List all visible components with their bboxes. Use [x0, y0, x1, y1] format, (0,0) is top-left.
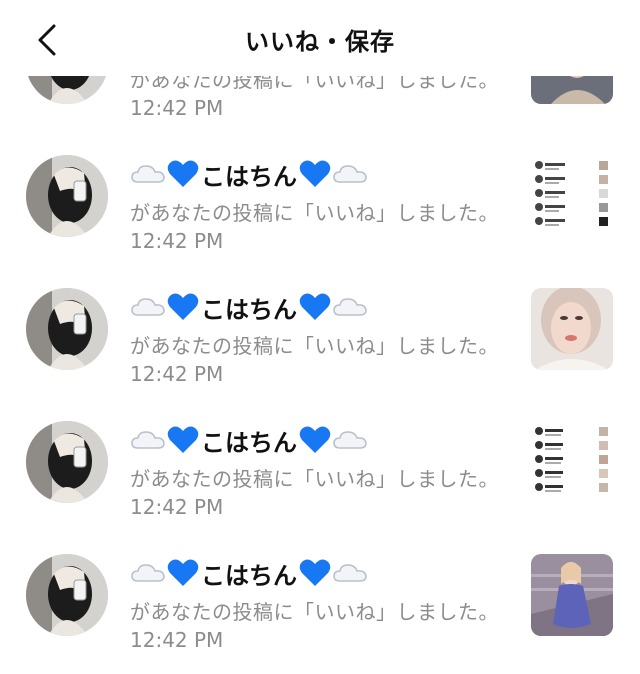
cloud-icon	[131, 564, 165, 582]
notification-list: があなたの投稿に「いいね」しました。 12:42 PM こはちん があなたの投稿…	[0, 0, 640, 673]
notification-time: 12:42 PM	[130, 229, 224, 253]
post-thumbnail[interactable]	[531, 288, 613, 370]
notification-row[interactable]: こはちん があなたの投稿に「いいね」しました。 12:42 PM	[0, 155, 640, 275]
notification-row[interactable]: こはちん があなたの投稿に「いいね」しました。 12:42 PM	[0, 421, 640, 541]
username[interactable]: こはちん	[201, 157, 297, 192]
cloud-icon	[333, 165, 367, 183]
notification-message: があなたの投稿に「いいね」しました。	[130, 201, 499, 225]
notification-time: 12:42 PM	[130, 362, 224, 386]
blue-heart-icon	[167, 426, 199, 453]
notification-name-line: こはちん	[130, 556, 368, 590]
post-thumbnail[interactable]	[531, 155, 613, 237]
page-title: いいね・保存	[245, 28, 395, 56]
blue-heart-icon	[167, 293, 199, 320]
blue-heart-icon	[299, 293, 331, 320]
post-thumbnail[interactable]	[531, 554, 613, 636]
notification-message: があなたの投稿に「いいね」しました。	[130, 600, 499, 624]
username[interactable]: こはちん	[201, 290, 297, 325]
cloud-icon	[131, 165, 165, 183]
notification-row[interactable]: こはちん があなたの投稿に「いいね」しました。 12:42 PM	[0, 554, 640, 674]
notification-name-line: こはちん	[130, 423, 368, 457]
notification-message: があなたの投稿に「いいね」しました。	[130, 334, 499, 358]
blue-heart-icon	[167, 559, 199, 586]
cloud-icon	[333, 431, 367, 449]
blue-heart-icon	[299, 426, 331, 453]
cloud-icon	[131, 298, 165, 316]
notification-time: 12:42 PM	[130, 96, 224, 120]
cloud-icon	[333, 298, 367, 316]
blue-heart-icon	[299, 160, 331, 187]
cloud-icon	[333, 564, 367, 582]
app-header: いいね・保存	[0, 0, 640, 76]
notification-name-line: こはちん	[130, 290, 368, 324]
avatar[interactable]	[26, 554, 108, 636]
blue-heart-icon	[167, 160, 199, 187]
blue-heart-icon	[299, 559, 331, 586]
avatar[interactable]	[26, 288, 108, 370]
cloud-icon	[131, 431, 165, 449]
notification-row[interactable]: こはちん があなたの投稿に「いいね」しました。 12:42 PM	[0, 288, 640, 408]
notification-message: があなたの投稿に「いいね」しました。	[130, 467, 499, 491]
username[interactable]: こはちん	[201, 556, 297, 591]
notification-time: 12:42 PM	[130, 495, 224, 519]
avatar[interactable]	[26, 421, 108, 503]
post-thumbnail[interactable]	[531, 421, 613, 503]
avatar[interactable]	[26, 155, 108, 237]
notification-name-line: こはちん	[130, 157, 368, 191]
username[interactable]: こはちん	[201, 423, 297, 458]
notification-time: 12:42 PM	[130, 628, 224, 652]
